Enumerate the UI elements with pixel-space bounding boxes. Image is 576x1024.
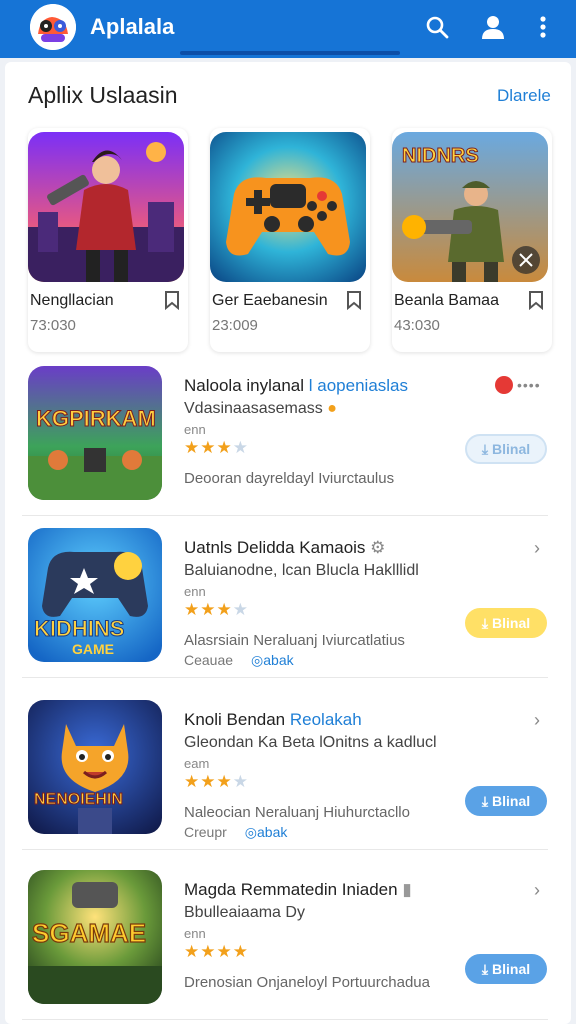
list-item[interactable]: SGAMAE Magda Remmatedin Iniaden ▮ › Bbul…	[22, 870, 548, 1020]
settings-icon: ⚙	[370, 538, 386, 557]
featured-card-title: Ger Eaebanesin	[212, 292, 328, 309]
list-item-description: Drenosian Onjaneloyl Portuurchadua	[184, 974, 430, 991]
bookmark-icon[interactable]	[528, 290, 544, 311]
list-item-extra: Ceauae ◎abak	[184, 652, 294, 668]
featured-card-count: 73:030	[30, 317, 76, 334]
list-item-title: Naloola inylanal l aopeniaslas	[184, 376, 409, 395]
install-button[interactable]: ⤓ Blinal	[465, 434, 547, 464]
list-item-description: Deooran dayreldayl Iviurctaulus	[184, 470, 395, 487]
search-icon[interactable]	[420, 10, 454, 44]
chevron-right-icon[interactable]: ›	[534, 710, 540, 731]
top-app-bar: Aplalala	[0, 0, 576, 58]
list-item-description: Alasrsiain Neraluanj Iviurcatlatius	[184, 632, 405, 649]
thumbnail-subtext: GAME	[72, 641, 114, 657]
list-item-subtitle: Vdasinaasasemass ●	[184, 400, 337, 417]
list-item[interactable]: NENOIEHIN Knoli Bendan Reolakah › Gleond…	[22, 700, 548, 850]
list-item-subtitle: Baluianodne, lcan Blucla Haklllidl	[184, 562, 419, 579]
thumbnail-text: KGPIRKAM	[36, 406, 156, 431]
list-item-meta: eam	[184, 756, 210, 771]
list-item-meta: enn	[184, 926, 206, 941]
install-button[interactable]: ⤓ Blinal	[465, 954, 547, 984]
list-item-description: Naleocian Neraluanj Hiuhurctacllo	[184, 804, 410, 821]
svg-text:NIDNRS: NIDNRS	[402, 145, 479, 167]
globe-icon: ●	[327, 400, 337, 417]
list-item-title: Knoli Bendan Reolakah	[184, 710, 362, 729]
install-icon: ⤓	[481, 614, 489, 631]
title-underline	[180, 51, 400, 55]
bookmark-icon[interactable]	[346, 290, 362, 311]
more-dots-icon: ••••	[517, 377, 541, 393]
install-icon: ⤓	[481, 960, 489, 977]
app-thumbnail: KGPIRKAM	[28, 366, 162, 500]
extra-link[interactable]: ◎abak	[251, 652, 294, 668]
thumbnail-text: NENOIEHIN	[34, 791, 123, 808]
list-item-subtitle: Bbulleaiaama Dy	[184, 904, 305, 921]
list-item-title: Uatnls Delidda Kamaois ⚙	[184, 538, 386, 557]
install-icon: ⤓	[481, 792, 489, 809]
install-button[interactable]: ⤓ Blinal	[465, 786, 547, 816]
gamepad-art	[210, 132, 366, 282]
featured-card[interactable]: Ger Eaebanesin 23:009	[210, 128, 370, 352]
featured-card[interactable]: Nengllacian 73:030	[28, 128, 188, 352]
section-title: Apllix Uslaasin	[28, 82, 178, 108]
list-item[interactable]: KIDHINS GAME Uatnls Delidda Kamaois ⚙ › …	[22, 528, 548, 678]
rating-stars: ★★★★	[184, 942, 249, 961]
app-title: Aplalala	[90, 14, 175, 39]
app-thumbnail: SGAMAE	[28, 870, 162, 1004]
featured-card-count: 43:030	[394, 317, 440, 334]
section-see-all-link[interactable]: Dlarele	[497, 86, 551, 106]
featured-card-title: Beanla Bamaa	[394, 292, 499, 309]
thumbnail-text: SGAMAE	[32, 918, 146, 948]
list-item-title: Magda Remmatedin Iniaden ▮	[184, 880, 412, 899]
thumbnail-text: KIDHINS	[34, 616, 124, 641]
extra-link[interactable]: ◎abak	[245, 824, 288, 840]
list-item-meta: enn	[184, 422, 206, 437]
bookmark-icon[interactable]	[164, 290, 180, 311]
rating-stars: ★★★★	[184, 600, 249, 619]
status-badge: ••••	[495, 376, 541, 394]
soldier-game-art: NIDNRS	[392, 132, 548, 282]
list-item-extra: Creupr ◎abak	[184, 824, 288, 840]
chevron-right-icon[interactable]: ›	[534, 538, 540, 559]
featured-card[interactable]: NIDNRS Beanla Bamaa 43:030	[392, 128, 552, 352]
app-thumbnail: KIDHINS GAME	[28, 528, 162, 662]
list-item[interactable]: KGPIRKAM Naloola inylanal l aopeniaslas …	[22, 366, 548, 516]
app-thumbnail: NENOIEHIN	[28, 700, 162, 834]
notification-dot-icon	[495, 376, 513, 394]
install-icon: ⤓	[481, 440, 489, 457]
more-vertical-icon[interactable]	[526, 10, 560, 44]
chevron-right-icon[interactable]: ›	[534, 880, 540, 901]
list-item-subtitle: Gleondan Ka Beta lOnitns a kadlucl	[184, 734, 437, 751]
rating-stars: ★★★★	[184, 772, 249, 791]
user-icon[interactable]	[476, 10, 510, 44]
featured-card-title: Nengllacian	[30, 292, 114, 309]
list-item-meta: enn	[184, 584, 206, 599]
install-button[interactable]: ⤓ Blinal	[465, 608, 547, 638]
hero-game-art	[28, 132, 184, 282]
app-logo[interactable]	[30, 4, 76, 50]
rating-stars: ★★★★	[184, 438, 249, 457]
featured-card-count: 23:009	[212, 317, 258, 334]
